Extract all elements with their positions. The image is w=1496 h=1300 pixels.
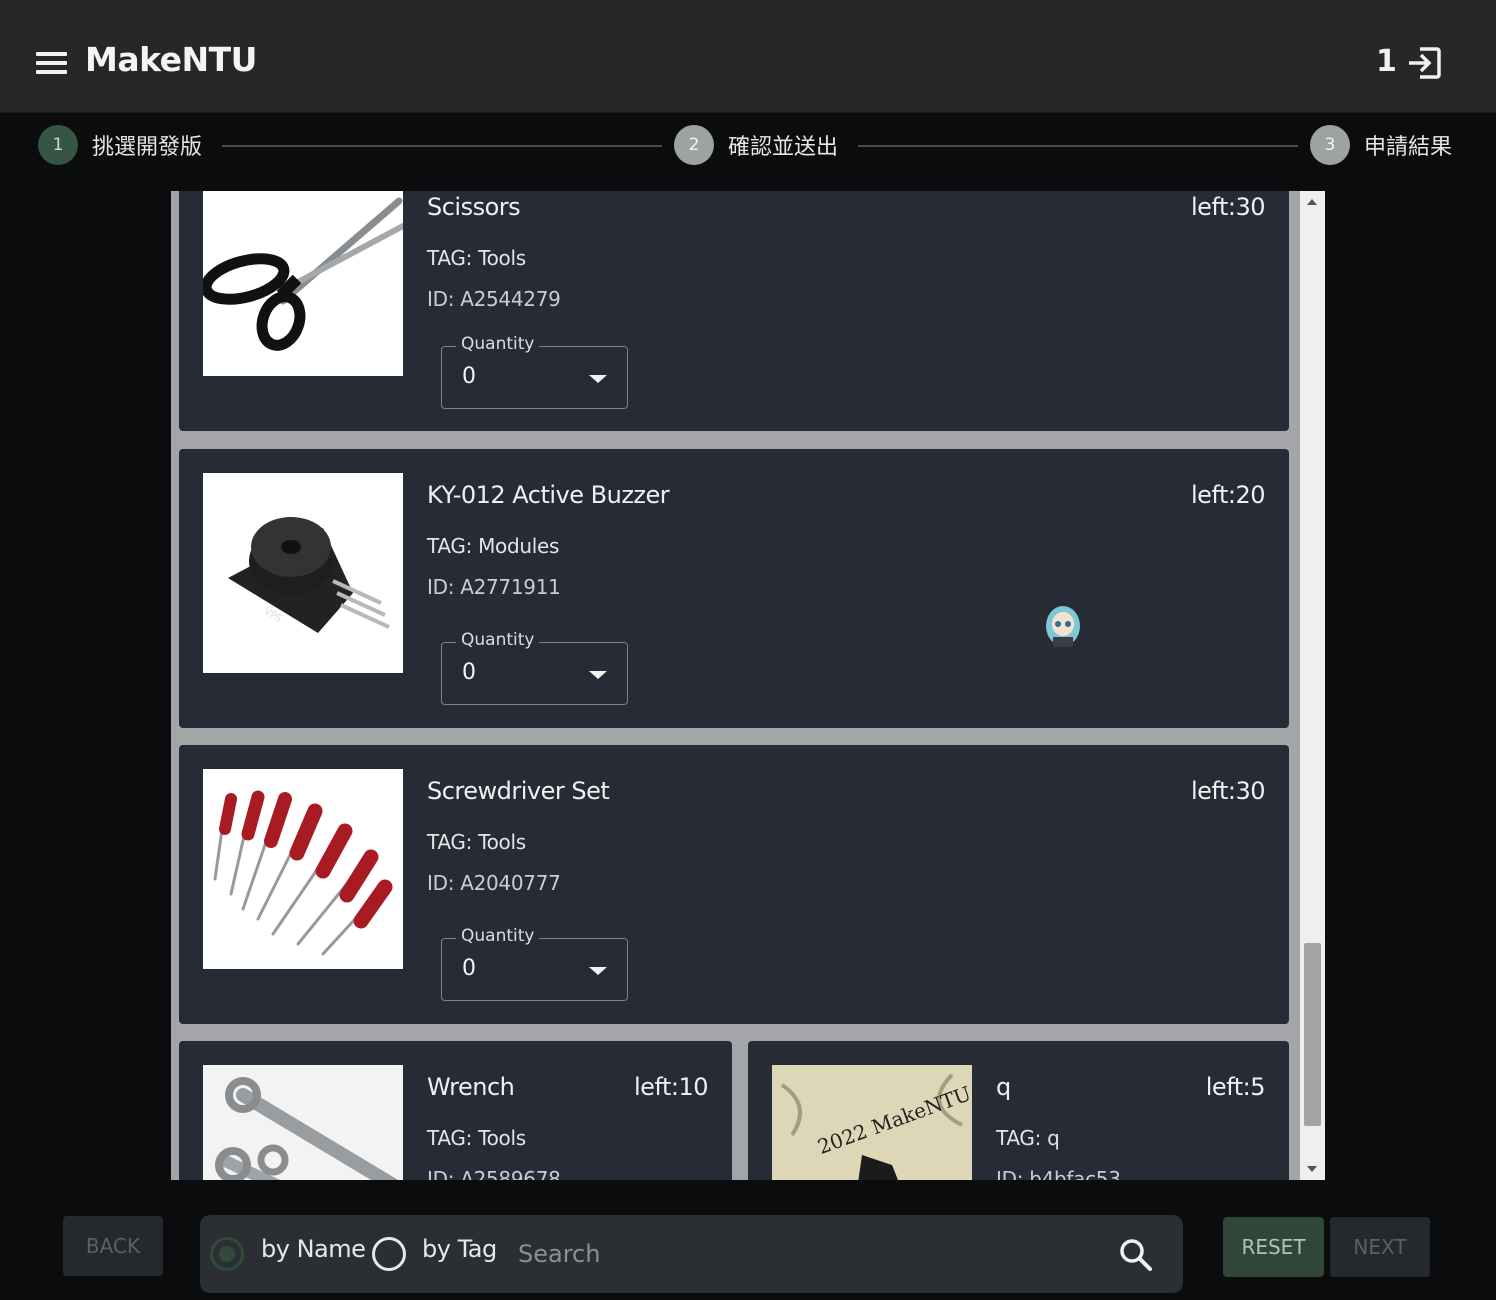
item-name: Wrench: [427, 1073, 515, 1101]
logout-icon[interactable]: [1406, 46, 1442, 80]
wrench-image: [203, 1065, 403, 1180]
item-id: ID: A2771911: [427, 575, 561, 599]
quantity-value: 0: [462, 956, 476, 981]
step-label: 申請結果: [1364, 135, 1453, 160]
item-id: ID: A2544279: [427, 287, 561, 311]
step-3: 3 申請結果: [1310, 125, 1452, 165]
item-stock: left:30: [1191, 193, 1266, 221]
item-card: Wrench left:10 TAG: Tools ID: A2589678: [179, 1041, 732, 1180]
step-number: 2: [674, 125, 714, 165]
item-card: 2022 MakeNTU q left:5 TAG: q ID: b4bfac5…: [748, 1041, 1289, 1180]
quantity-select[interactable]: Quantity 0: [441, 630, 628, 705]
quantity-select[interactable]: Quantity 0: [441, 334, 628, 409]
item-card: VPS KY-012 Active Buzzer left:20 TAG: Mo…: [179, 449, 1289, 728]
step-number: 1: [38, 125, 78, 165]
step-label: 挑選開發版: [92, 135, 203, 160]
search-input[interactable]: [518, 1233, 1098, 1275]
app-bar: MakeNTU 1: [0, 0, 1496, 113]
item-image-wrench: [203, 1065, 403, 1180]
item-name: KY-012 Active Buzzer: [427, 481, 670, 509]
radio-label-by-name: by Name: [261, 1235, 366, 1263]
quantity-value: 0: [462, 364, 476, 389]
item-name: q: [996, 1073, 1011, 1101]
radio-by-name[interactable]: [210, 1237, 244, 1271]
scrollbar-thumb[interactable]: [1304, 943, 1321, 1126]
scroll-down-icon[interactable]: [1307, 1166, 1317, 1172]
back-button[interactable]: BACK: [63, 1216, 163, 1276]
item-id: ID: b4bfac53: [996, 1167, 1121, 1180]
list-scrollbar[interactable]: [1300, 191, 1325, 1180]
item-stock: left:5: [1205, 1073, 1266, 1101]
scissors-image: [203, 197, 403, 351]
search-bar: by Name by Tag: [200, 1215, 1183, 1293]
reset-button[interactable]: RESET: [1223, 1217, 1324, 1277]
next-button[interactable]: NEXT: [1330, 1217, 1430, 1277]
stepper: 1 挑選開發版 2 確認並送出 3 申請結果: [0, 113, 1496, 191]
item-tag: TAG: q: [996, 1126, 1060, 1150]
step-connector: [222, 145, 662, 147]
step-label: 確認並送出: [728, 135, 839, 160]
chevron-down-icon: [589, 671, 607, 679]
chevron-down-icon: [589, 967, 607, 975]
quantity-label: Quantity: [456, 334, 540, 354]
item-stock: left:20: [1191, 481, 1266, 509]
app-title: MakeNTU: [85, 40, 257, 79]
item-stock: left:30: [1191, 777, 1266, 805]
menu-icon[interactable]: [34, 48, 70, 78]
cart-count: 1: [1376, 44, 1397, 79]
item-id: ID: A2040777: [427, 871, 561, 895]
item-image-makentu: 2022 MakeNTU: [772, 1065, 972, 1180]
radio-by-tag[interactable]: [372, 1237, 406, 1271]
quantity-select[interactable]: Quantity 0: [441, 926, 628, 1001]
quantity-value: 0: [462, 660, 476, 685]
item-tag: TAG: Modules: [427, 534, 560, 558]
item-tag: TAG: Tools: [427, 246, 526, 270]
item-card: Screwdriver Set left:30 TAG: Tools ID: A…: [179, 745, 1289, 1024]
step-number: 3: [1310, 125, 1350, 165]
mascot-sprite-icon: [1046, 606, 1080, 647]
item-card: Scissors left:30 TAG: Tools ID: A2544279…: [179, 191, 1289, 431]
chevron-down-icon: [589, 375, 607, 383]
quantity-label: Quantity: [456, 926, 540, 946]
step-1: 1 挑選開發版: [38, 125, 202, 165]
item-tag: TAG: Tools: [427, 830, 526, 854]
step-connector: [858, 145, 1298, 147]
item-image-scissors: [203, 191, 403, 376]
item-name: Screwdriver Set: [427, 777, 610, 805]
step-2: 2 確認並送出: [674, 125, 838, 165]
buzzer-image: VPS: [228, 517, 390, 633]
item-id: ID: A2589678: [427, 1167, 561, 1180]
screwdriver-image: [213, 790, 393, 956]
item-image-buzzer: VPS: [203, 473, 403, 673]
item-image-screwdrivers: [203, 769, 403, 969]
radio-label-by-tag: by Tag: [422, 1235, 497, 1263]
item-stock: left:10: [634, 1073, 709, 1101]
quantity-label: Quantity: [456, 630, 540, 650]
item-tag: TAG: Tools: [427, 1126, 526, 1150]
search-icon[interactable]: [1118, 1237, 1154, 1273]
item-list[interactable]: Scissors left:30 TAG: Tools ID: A2544279…: [171, 191, 1325, 1180]
scroll-up-icon[interactable]: [1307, 199, 1317, 205]
item-name: Scissors: [427, 193, 521, 221]
makentu-logo-image: 2022 MakeNTU: [772, 1065, 972, 1180]
